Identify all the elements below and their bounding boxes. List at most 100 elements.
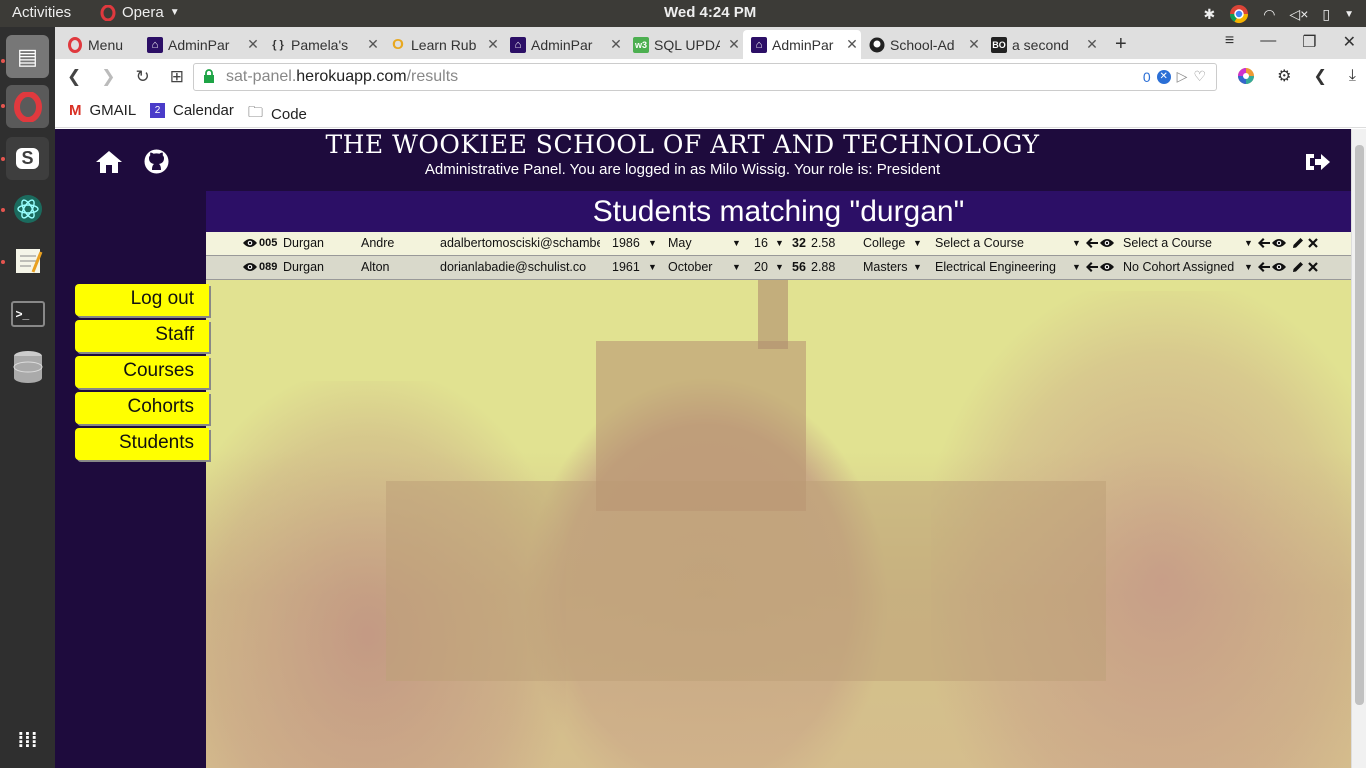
scrollbar-thumb[interactable] [1355, 145, 1364, 705]
student-gpa[interactable]: 2.58 [811, 236, 835, 250]
dropdown-arrow-icon[interactable]: ▼ [1072, 262, 1081, 272]
student-email[interactable]: dorianlabadie@schulist.co [440, 260, 600, 274]
dropdown-arrow-icon[interactable]: ▼ [648, 262, 657, 272]
chevron-down-icon[interactable]: ▼ [1344, 9, 1354, 20]
pencil-icon[interactable] [1292, 261, 1304, 276]
text-editor-icon[interactable] [6, 239, 49, 282]
home-icon[interactable] [95, 149, 123, 175]
birth-month-select[interactable]: October [668, 260, 712, 274]
maximize-icon[interactable]: ❐ [1302, 32, 1316, 52]
eye-icon[interactable] [1100, 261, 1114, 275]
dropdown-arrow-icon[interactable]: ▼ [1244, 262, 1253, 272]
student-email[interactable]: adalbertomosciski@schamberger.com [440, 236, 600, 250]
close-icon[interactable]: ✕ [965, 36, 983, 53]
close-icon[interactable]: ✕ [1083, 36, 1101, 53]
tab-learn-ruby[interactable]: O Learn Rub ✕ [382, 30, 502, 59]
delete-icon[interactable] [1308, 237, 1318, 251]
dropdown-arrow-icon[interactable]: ▼ [732, 238, 741, 248]
database-icon[interactable] [6, 345, 49, 388]
bookmark-code[interactable]: 🗀 Code [248, 102, 307, 127]
color-wheel-icon[interactable] [1237, 67, 1255, 85]
volume-icon[interactable]: ◁× [1289, 6, 1308, 23]
atom-icon[interactable] [6, 187, 49, 230]
heart-icon[interactable]: ♡ [1193, 68, 1206, 85]
tab-adminpanel-2[interactable]: ⌂ AdminPar ✕ [502, 30, 625, 59]
close-icon[interactable]: ✕ [607, 36, 625, 53]
tab-a-second[interactable]: BO a second ✕ [983, 30, 1101, 59]
dropdown-arrow-icon[interactable]: ▼ [1244, 238, 1253, 248]
tab-pamelas[interactable]: { } Pamela's ✕ [262, 30, 382, 59]
cohort-select[interactable]: No Cohort Assigned [1123, 260, 1234, 274]
eye-icon[interactable] [243, 237, 257, 251]
terminal-icon[interactable]: >_ [6, 292, 49, 335]
education-select[interactable]: College [863, 236, 905, 250]
tabs-grid-icon[interactable]: ⊞ [170, 67, 184, 87]
eye-icon[interactable] [1272, 237, 1286, 251]
course-select[interactable]: Electrical Engineering [935, 260, 1056, 274]
bookmark-gmail[interactable]: M GMAIL [69, 102, 136, 119]
courses-button[interactable]: Courses [75, 356, 209, 388]
student-gpa[interactable]: 2.88 [811, 260, 835, 274]
eye-icon[interactable] [1100, 237, 1114, 251]
wifi-icon[interactable]: ◠ [1263, 6, 1275, 23]
gear-icon[interactable]: ⚙ [1277, 66, 1291, 86]
tab-menu[interactable]: Menu [59, 30, 139, 59]
eye-icon[interactable] [1272, 261, 1286, 275]
close-icon[interactable]: ✕ [725, 36, 743, 53]
dropdown-arrow-icon[interactable]: ▼ [775, 262, 784, 272]
pencil-icon[interactable] [1292, 237, 1304, 252]
birth-day-select[interactable]: 16 [754, 236, 768, 250]
dropdown-arrow-icon[interactable]: ▼ [913, 262, 922, 272]
close-icon[interactable]: ✕ [843, 36, 861, 53]
student-first-name[interactable]: Alton [361, 260, 390, 274]
tab-adminpanel-active[interactable]: ⌂ AdminPar ✕ [743, 30, 861, 59]
cohorts-button[interactable]: Cohorts [75, 392, 209, 424]
close-icon[interactable]: ✕ [484, 36, 502, 53]
student-last-name[interactable]: Durgan [283, 236, 324, 250]
education-select[interactable]: Masters [863, 260, 907, 274]
arrow-left-icon[interactable] [1258, 237, 1270, 251]
adblock-count[interactable]: 0 [1143, 69, 1151, 85]
github-icon[interactable] [144, 149, 169, 174]
apps-grid-icon[interactable]: ⁞⁞⁞ [6, 720, 49, 763]
system-tray[interactable]: ✱ ◠ ◁× ▯ ▼ [1203, 4, 1354, 24]
birth-day-select[interactable]: 20 [754, 260, 768, 274]
chrome-icon[interactable] [1229, 4, 1249, 24]
url-field[interactable]: sat-panel.herokuapp.com/results 0 ✕ ▷ ♡ [193, 63, 1217, 91]
adblock-icon[interactable]: ✕ [1156, 69, 1171, 84]
student-first-name[interactable]: Andre [361, 236, 394, 250]
birth-month-select[interactable]: May [668, 236, 692, 250]
arrow-left-icon[interactable] [1258, 261, 1270, 275]
course-select[interactable]: Select a Course [935, 236, 1024, 250]
eye-icon[interactable] [243, 261, 257, 275]
delete-icon[interactable] [1308, 261, 1318, 275]
page-scrollbar[interactable] [1351, 129, 1366, 768]
new-tab-button[interactable]: + [1107, 30, 1131, 59]
chevron-left-icon[interactable]: ❮ [1314, 66, 1327, 86]
close-icon[interactable]: ✕ [244, 36, 262, 53]
students-button[interactable]: Students [75, 428, 209, 460]
cohort-select[interactable]: Select a Course [1123, 236, 1212, 250]
tab-adminpanel-1[interactable]: ⌂ AdminPar ✕ [139, 30, 262, 59]
app-menu[interactable]: Opera ▼ [100, 4, 180, 21]
opera-icon[interactable] [6, 85, 49, 128]
bookmark-calendar[interactable]: 2 Calendar [150, 102, 234, 119]
reload-icon[interactable]: ↻ [136, 67, 150, 87]
close-window-icon[interactable]: ✕ [1343, 32, 1356, 52]
activities-button[interactable]: Activities [12, 4, 71, 21]
logout-button[interactable]: Log out [75, 284, 209, 316]
slack-icon[interactable]: S [6, 137, 49, 180]
clock[interactable]: Wed 4:24 PM [664, 4, 756, 21]
files-icon[interactable]: ▤ [6, 35, 49, 78]
tab-sql-update[interactable]: w3 SQL UPDA ✕ [625, 30, 743, 59]
dropdown-arrow-icon[interactable]: ▼ [648, 238, 657, 248]
arrow-left-icon[interactable] [1086, 237, 1098, 251]
birth-year-select[interactable]: 1986 [612, 236, 640, 250]
settings-icon[interactable]: ✱ [1203, 6, 1215, 23]
forward-icon[interactable]: ❯ [101, 67, 115, 87]
dropdown-arrow-icon[interactable]: ▼ [732, 262, 741, 272]
dropdown-arrow-icon[interactable]: ▼ [1072, 238, 1081, 248]
staff-button[interactable]: Staff [75, 320, 209, 352]
minimize-icon[interactable]: — [1260, 32, 1276, 52]
close-icon[interactable]: ✕ [364, 36, 382, 53]
